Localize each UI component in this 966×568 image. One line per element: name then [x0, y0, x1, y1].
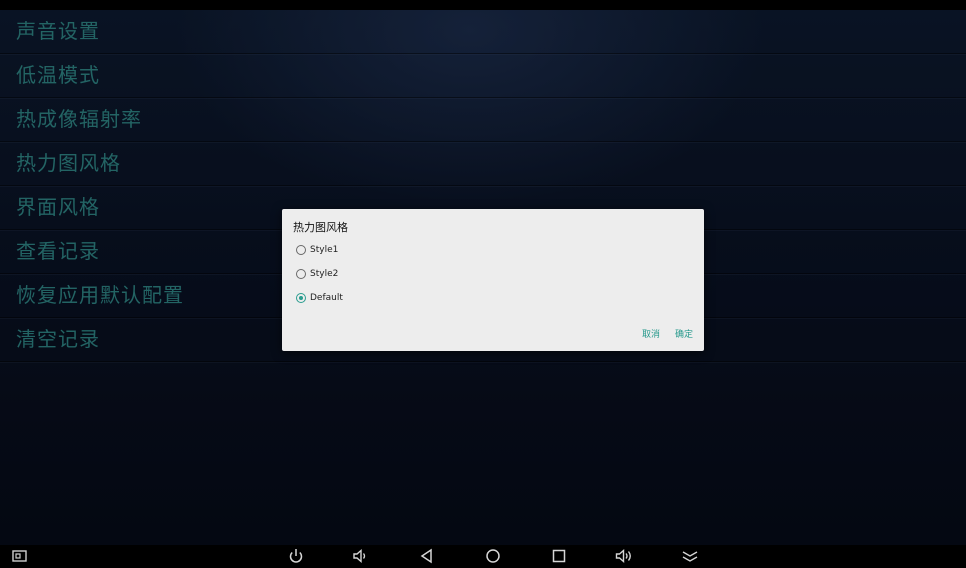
dialog-title: 热力图风格: [293, 221, 348, 234]
option-style2[interactable]: Style2: [296, 266, 338, 282]
screenshot-icon[interactable]: [10, 547, 30, 565]
heatmap-style-dialog: 热力图风格 Style1 Style2 Default 取消 确定: [282, 209, 704, 351]
radio-button-checked-icon[interactable]: [296, 293, 306, 303]
system-navigation-bar: [0, 545, 966, 568]
radio-button-icon[interactable]: [296, 269, 306, 279]
volume-down-icon[interactable]: [350, 547, 370, 565]
power-icon[interactable]: [286, 547, 306, 565]
home-icon[interactable]: [483, 547, 503, 565]
hide-bar-icon[interactable]: [680, 547, 700, 565]
screen: 声音设置 低温模式 热成像辐射率 热力图风格 界面风格 查看记录 恢复应用默认配…: [0, 0, 966, 568]
radio-button-icon[interactable]: [296, 245, 306, 255]
option-label: Style2: [310, 269, 339, 279]
option-label: Default: [310, 293, 343, 303]
option-style1[interactable]: Style1: [296, 242, 338, 258]
cancel-button[interactable]: 取消: [642, 327, 660, 340]
option-label: Style1: [310, 245, 339, 255]
volume-up-icon[interactable]: [614, 547, 634, 565]
option-default[interactable]: Default: [296, 290, 343, 306]
recents-icon[interactable]: [549, 547, 569, 565]
confirm-button[interactable]: 确定: [675, 327, 693, 340]
back-icon[interactable]: [417, 547, 437, 565]
